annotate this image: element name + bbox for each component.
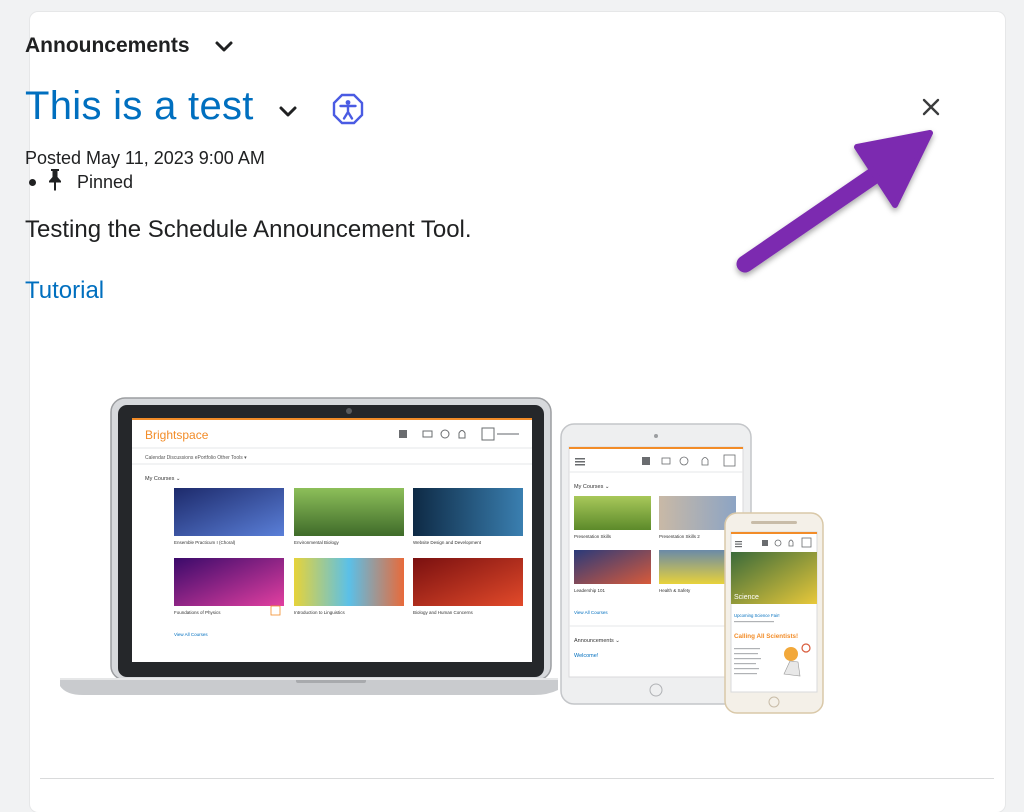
tablet-announcements: Announcements ⌄ xyxy=(574,638,620,644)
phone-headline: Calling All Scientists! xyxy=(734,633,798,640)
laptop-nav: Calendar Discussions ePortfolio Other To… xyxy=(145,455,247,461)
laptop-view-all: View All Courses xyxy=(174,632,208,637)
phone-item: Upcoming Science Fair! xyxy=(734,613,780,618)
course-label: Website Design and Development xyxy=(413,540,482,545)
course-label: Introduction to Linguistics xyxy=(294,610,346,615)
announcement-title-row: This is a test xyxy=(25,84,364,129)
close-icon[interactable] xyxy=(918,94,944,120)
phone-banner: Science xyxy=(734,594,759,601)
tablet-section: My Courses ⌄ xyxy=(574,484,609,490)
course-label: Ensemble Practicum I (Choral) xyxy=(174,540,236,545)
posted-date: Posted May 11, 2023 9:00 AM xyxy=(25,148,265,168)
chevron-down-icon[interactable] xyxy=(278,105,298,119)
accessibility-icon[interactable] xyxy=(332,93,364,125)
announcement-title[interactable]: This is a test xyxy=(25,84,254,129)
pinned-status: Pinned xyxy=(25,168,134,193)
divider xyxy=(40,778,994,779)
tablet-course-label: Health & Safety xyxy=(659,588,691,593)
laptop-brand: Brightspace xyxy=(145,428,209,442)
announcement-body: Testing the Schedule Announcement Tool. xyxy=(25,216,472,243)
tutorial-link[interactable]: Tutorial xyxy=(25,277,104,305)
course-label: Foundations of Physics xyxy=(174,610,221,615)
widget-header: Announcements xyxy=(25,34,234,58)
brightspace-devices-image: Brightspace Calendar Discussions ePortfo… xyxy=(60,397,824,714)
tablet-course-label: Presentation Skills 2 xyxy=(659,534,700,539)
course-label: Environmental Biology xyxy=(294,540,340,545)
pin-icon xyxy=(49,168,61,190)
pinned-label: Pinned xyxy=(77,172,134,192)
bullet xyxy=(29,179,36,186)
tablet-course-label: Leadership 101 xyxy=(574,588,606,593)
course-label: Biology and Human Concerns xyxy=(413,610,474,615)
laptop-section: My Courses ⌄ xyxy=(145,476,180,482)
chevron-down-icon[interactable] xyxy=(214,40,234,54)
tablet-welcome: Welcome! xyxy=(574,653,599,659)
widget-title: Announcements xyxy=(25,34,190,57)
tablet-course-label: Presentation Skills xyxy=(574,534,612,539)
tablet-view-all: View All Courses xyxy=(574,610,608,615)
